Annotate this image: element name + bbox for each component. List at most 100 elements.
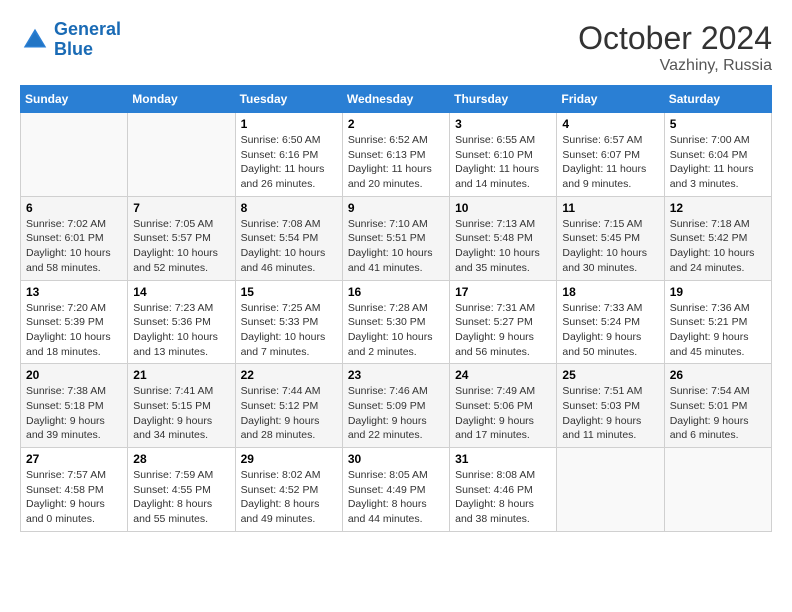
weekday-header: Monday bbox=[128, 86, 235, 113]
day-info: Sunrise: 7:02 AMSunset: 6:01 PMDaylight:… bbox=[26, 217, 122, 276]
weekday-header: Wednesday bbox=[342, 86, 449, 113]
calendar-table: SundayMondayTuesdayWednesdayThursdayFrid… bbox=[20, 85, 772, 532]
day-number: 5 bbox=[670, 117, 766, 131]
day-info: Sunrise: 7:41 AMSunset: 5:15 PMDaylight:… bbox=[133, 384, 229, 443]
day-info: Sunrise: 7:31 AMSunset: 5:27 PMDaylight:… bbox=[455, 301, 551, 360]
title-block: October 2024 Vazhiny, Russia bbox=[578, 20, 772, 75]
calendar-cell: 18 Sunrise: 7:33 AMSunset: 5:24 PMDayligh… bbox=[557, 280, 664, 364]
calendar-cell: 14 Sunrise: 7:23 AMSunset: 5:36 PMDayligh… bbox=[128, 280, 235, 364]
page-header: General Blue October 2024 Vazhiny, Russi… bbox=[20, 20, 772, 75]
day-info: Sunrise: 7:05 AMSunset: 5:57 PMDaylight:… bbox=[133, 217, 229, 276]
calendar-cell: 19Sunrise: 7:36 AMSunset: 5:21 PMDayligh… bbox=[664, 280, 771, 364]
day-info: Sunrise: 8:08 AMSunset: 4:46 PMDaylight:… bbox=[455, 468, 551, 527]
calendar-cell: 3 Sunrise: 6:55 AMSunset: 6:10 PMDaylight… bbox=[450, 113, 557, 197]
calendar-week-row: 13Sunrise: 7:20 AMSunset: 5:39 PMDayligh… bbox=[21, 280, 772, 364]
calendar-cell: 21Sunrise: 7:41 AMSunset: 5:15 PMDayligh… bbox=[128, 364, 235, 448]
calendar-cell: 28Sunrise: 7:59 AMSunset: 4:55 PMDayligh… bbox=[128, 448, 235, 532]
location: Vazhiny, Russia bbox=[578, 57, 772, 75]
day-info: Sunrise: 7:15 AMSunset: 5:45 PMDaylight:… bbox=[562, 217, 658, 276]
calendar-cell: 2 Sunrise: 6:52 AMSunset: 6:13 PMDaylight… bbox=[342, 113, 449, 197]
day-number: 23 bbox=[348, 368, 444, 382]
day-info: Sunrise: 7:51 AMSunset: 5:03 PMDaylight:… bbox=[562, 384, 658, 443]
calendar-cell: 27Sunrise: 7:57 AMSunset: 4:58 PMDayligh… bbox=[21, 448, 128, 532]
calendar-week-row: 1 Sunrise: 6:50 AMSunset: 6:16 PMDaylight… bbox=[21, 113, 772, 197]
day-info: Sunrise: 7:49 AMSunset: 5:06 PMDaylight:… bbox=[455, 384, 551, 443]
day-info: Sunrise: 7:18 AMSunset: 5:42 PMDaylight:… bbox=[670, 217, 766, 276]
day-number: 2 bbox=[348, 117, 444, 131]
calendar-week-row: 27Sunrise: 7:57 AMSunset: 4:58 PMDayligh… bbox=[21, 448, 772, 532]
calendar-cell bbox=[21, 113, 128, 197]
calendar-cell bbox=[557, 448, 664, 532]
day-number: 16 bbox=[348, 285, 444, 299]
day-number: 12 bbox=[670, 201, 766, 215]
day-info: Sunrise: 7:38 AMSunset: 5:18 PMDaylight:… bbox=[26, 384, 122, 443]
day-number: 11 bbox=[562, 201, 658, 215]
calendar-cell: 6 Sunrise: 7:02 AMSunset: 6:01 PMDaylight… bbox=[21, 196, 128, 280]
calendar-cell: 13Sunrise: 7:20 AMSunset: 5:39 PMDayligh… bbox=[21, 280, 128, 364]
weekday-header: Thursday bbox=[450, 86, 557, 113]
day-number: 18 bbox=[562, 285, 658, 299]
calendar-cell: 25 Sunrise: 7:51 AMSunset: 5:03 PMDayligh… bbox=[557, 364, 664, 448]
calendar-cell bbox=[128, 113, 235, 197]
calendar-week-row: 6 Sunrise: 7:02 AMSunset: 6:01 PMDaylight… bbox=[21, 196, 772, 280]
weekday-row: SundayMondayTuesdayWednesdayThursdayFrid… bbox=[21, 86, 772, 113]
day-info: Sunrise: 6:50 AMSunset: 6:16 PMDaylight:… bbox=[241, 133, 337, 192]
day-info: Sunrise: 7:57 AMSunset: 4:58 PMDaylight:… bbox=[26, 468, 122, 527]
day-number: 10 bbox=[455, 201, 551, 215]
day-number: 22 bbox=[241, 368, 337, 382]
calendar-cell: 4Sunrise: 6:57 AMSunset: 6:07 PMDaylight… bbox=[557, 113, 664, 197]
day-info: Sunrise: 6:52 AMSunset: 6:13 PMDaylight:… bbox=[348, 133, 444, 192]
day-number: 3 bbox=[455, 117, 551, 131]
calendar-cell: 16Sunrise: 7:28 AMSunset: 5:30 PMDayligh… bbox=[342, 280, 449, 364]
day-number: 25 bbox=[562, 368, 658, 382]
calendar-cell: 20 Sunrise: 7:38 AMSunset: 5:18 PMDayligh… bbox=[21, 364, 128, 448]
calendar-cell: 22 Sunrise: 7:44 AMSunset: 5:12 PMDayligh… bbox=[235, 364, 342, 448]
calendar-cell: 29 Sunrise: 8:02 AMSunset: 4:52 PMDayligh… bbox=[235, 448, 342, 532]
day-number: 4 bbox=[562, 117, 658, 131]
calendar-cell bbox=[664, 448, 771, 532]
day-info: Sunrise: 7:59 AMSunset: 4:55 PMDaylight:… bbox=[133, 468, 229, 527]
day-number: 6 bbox=[26, 201, 122, 215]
day-info: Sunrise: 8:05 AMSunset: 4:49 PMDaylight:… bbox=[348, 468, 444, 527]
logo: General Blue bbox=[20, 20, 121, 60]
day-info: Sunrise: 7:20 AMSunset: 5:39 PMDaylight:… bbox=[26, 301, 122, 360]
calendar-cell: 1 Sunrise: 6:50 AMSunset: 6:16 PMDaylight… bbox=[235, 113, 342, 197]
weekday-header: Friday bbox=[557, 86, 664, 113]
calendar-cell: 15Sunrise: 7:25 AMSunset: 5:33 PMDayligh… bbox=[235, 280, 342, 364]
day-number: 9 bbox=[348, 201, 444, 215]
calendar-cell: 24 Sunrise: 7:49 AMSunset: 5:06 PMDayligh… bbox=[450, 364, 557, 448]
day-number: 17 bbox=[455, 285, 551, 299]
day-info: Sunrise: 7:36 AMSunset: 5:21 PMDaylight:… bbox=[670, 301, 766, 360]
day-info: Sunrise: 7:00 AMSunset: 6:04 PMDaylight:… bbox=[670, 133, 766, 192]
day-info: Sunrise: 8:02 AMSunset: 4:52 PMDaylight:… bbox=[241, 468, 337, 527]
day-number: 31 bbox=[455, 452, 551, 466]
day-info: Sunrise: 7:44 AMSunset: 5:12 PMDaylight:… bbox=[241, 384, 337, 443]
calendar-cell: 7Sunrise: 7:05 AMSunset: 5:57 PMDaylight… bbox=[128, 196, 235, 280]
calendar-cell: 10 Sunrise: 7:13 AMSunset: 5:48 PMDayligh… bbox=[450, 196, 557, 280]
calendar-cell: 31 Sunrise: 8:08 AMSunset: 4:46 PMDayligh… bbox=[450, 448, 557, 532]
calendar-cell: 17 Sunrise: 7:31 AMSunset: 5:27 PMDayligh… bbox=[450, 280, 557, 364]
day-info: Sunrise: 7:23 AMSunset: 5:36 PMDaylight:… bbox=[133, 301, 229, 360]
calendar-week-row: 20 Sunrise: 7:38 AMSunset: 5:18 PMDayligh… bbox=[21, 364, 772, 448]
day-info: Sunrise: 6:55 AMSunset: 6:10 PMDaylight:… bbox=[455, 133, 551, 192]
day-info: Sunrise: 7:46 AMSunset: 5:09 PMDaylight:… bbox=[348, 384, 444, 443]
calendar-cell: 30 Sunrise: 8:05 AMSunset: 4:49 PMDayligh… bbox=[342, 448, 449, 532]
day-info: Sunrise: 7:08 AMSunset: 5:54 PMDaylight:… bbox=[241, 217, 337, 276]
logo-icon bbox=[20, 25, 50, 55]
day-number: 29 bbox=[241, 452, 337, 466]
calendar-body: 1 Sunrise: 6:50 AMSunset: 6:16 PMDaylight… bbox=[21, 113, 772, 532]
weekday-header: Sunday bbox=[21, 86, 128, 113]
calendar-cell: 12 Sunrise: 7:18 AMSunset: 5:42 PMDayligh… bbox=[664, 196, 771, 280]
weekday-header: Tuesday bbox=[235, 86, 342, 113]
day-number: 14 bbox=[133, 285, 229, 299]
day-number: 1 bbox=[241, 117, 337, 131]
calendar-cell: 11 Sunrise: 7:15 AMSunset: 5:45 PMDayligh… bbox=[557, 196, 664, 280]
day-info: Sunrise: 7:13 AMSunset: 5:48 PMDaylight:… bbox=[455, 217, 551, 276]
calendar-cell: 26Sunrise: 7:54 AMSunset: 5:01 PMDayligh… bbox=[664, 364, 771, 448]
day-number: 20 bbox=[26, 368, 122, 382]
calendar-cell: 23 Sunrise: 7:46 AMSunset: 5:09 PMDayligh… bbox=[342, 364, 449, 448]
calendar-cell: 8Sunrise: 7:08 AMSunset: 5:54 PMDaylight… bbox=[235, 196, 342, 280]
day-info: Sunrise: 7:33 AMSunset: 5:24 PMDaylight:… bbox=[562, 301, 658, 360]
day-number: 30 bbox=[348, 452, 444, 466]
day-number: 24 bbox=[455, 368, 551, 382]
